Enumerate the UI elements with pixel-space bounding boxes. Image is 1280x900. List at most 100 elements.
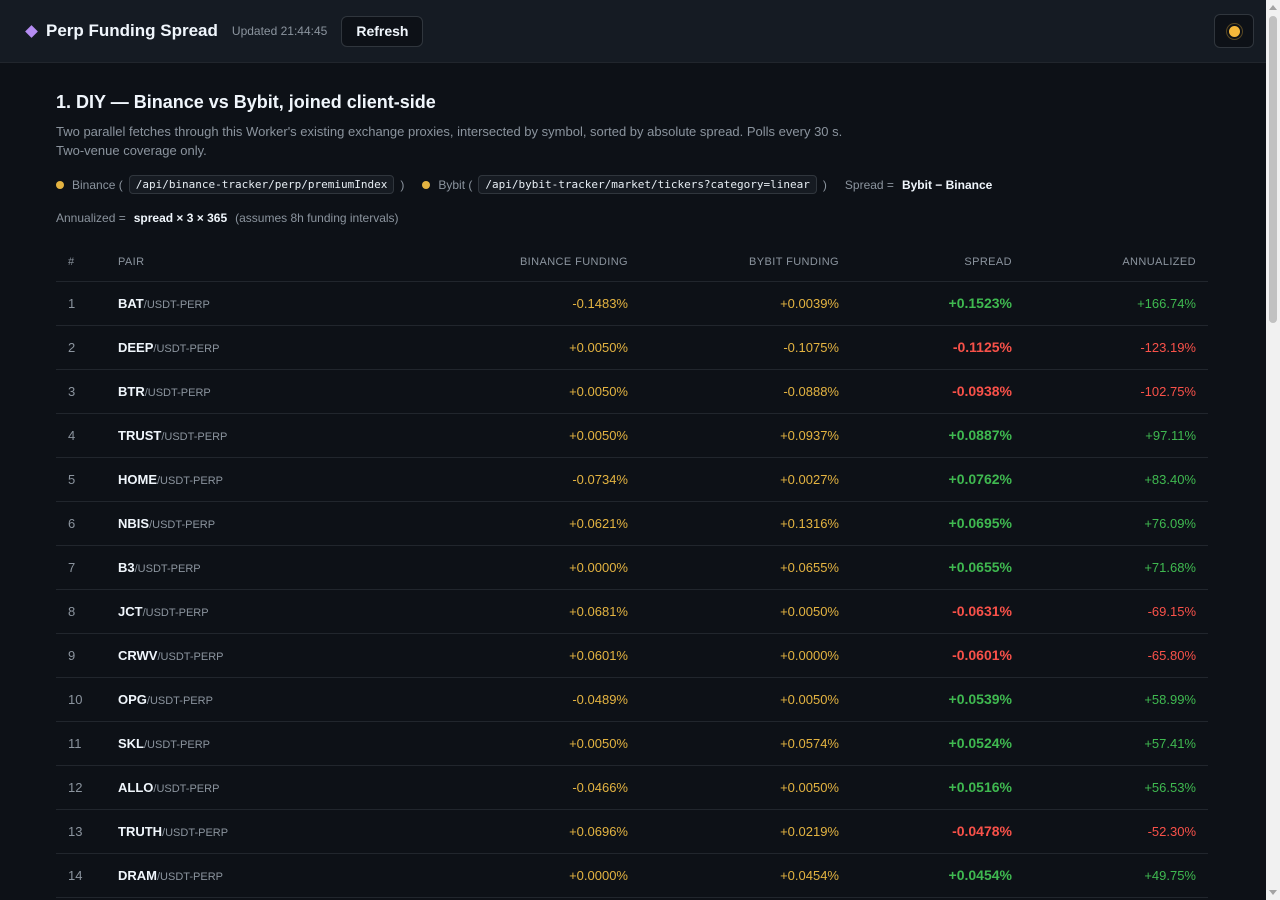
- bybit-funding-value: +0.1316%: [640, 501, 851, 546]
- binance-funding-value: -0.0489%: [418, 677, 640, 722]
- binance-funding-value: +0.0050%: [418, 413, 640, 458]
- binance-funding-value: -0.0734%: [418, 457, 640, 502]
- binance-funding-value: +0.0601%: [418, 633, 640, 678]
- pair-symbol: ALLO: [118, 779, 154, 795]
- scroll-down-arrow-icon[interactable]: [1269, 890, 1277, 895]
- column-header-spread[interactable]: SPREAD: [851, 243, 1024, 282]
- row-index: 4: [56, 413, 118, 458]
- row-pair: B3/USDT-PERP: [118, 545, 418, 590]
- spread-value: -0.0631%: [851, 589, 1024, 634]
- table-row[interactable]: 5 HOME/USDT-PERP -0.0734% +0.0027% +0.0762% +…: [56, 457, 1208, 502]
- pair-symbol: HOME: [118, 471, 157, 487]
- binance-endpoint: /api/binance-tracker/perp/premiumIndex: [128, 175, 395, 194]
- table-row[interactable]: 6 NBIS/USDT-PERP +0.0621% +0.1316% +0.0695% +…: [56, 501, 1208, 546]
- table-row[interactable]: 10 OPG/USDT-PERP -0.0489% +0.0050% +0.0539% +…: [56, 677, 1208, 722]
- vertical-scrollbar[interactable]: [1266, 0, 1280, 900]
- refresh-button[interactable]: Refresh: [341, 15, 424, 47]
- pair-quote: /USDT-PERP: [142, 606, 209, 619]
- bybit-funding-value: -0.0888%: [640, 369, 851, 414]
- table-row[interactable]: 7 B3/USDT-PERP +0.0000% +0.0655% +0.0655% +71…: [56, 545, 1208, 590]
- section-description: Two parallel fetches through this Worker…: [56, 122, 856, 160]
- binance-funding-value: -0.1483%: [418, 281, 640, 326]
- table-row[interactable]: 11 SKL/USDT-PERP +0.0050% +0.0574% +0.0524% +…: [56, 721, 1208, 766]
- binance-funding-value: +0.0050%: [418, 369, 640, 414]
- bybit-funding-value: -0.1075%: [640, 325, 851, 370]
- pair-symbol: B3: [118, 559, 135, 575]
- table-row[interactable]: 1 BAT/USDT-PERP -0.1483% +0.0039% +0.1523% +1…: [56, 281, 1208, 326]
- table-row[interactable]: 2 DEEP/USDT-PERP +0.0050% -0.1075% -0.1125% -…: [56, 325, 1208, 370]
- spread-value: -0.1125%: [851, 325, 1024, 370]
- row-index: 8: [56, 589, 118, 634]
- pair-quote: /USDT-PERP: [157, 870, 224, 883]
- bybit-funding-value: +0.0050%: [640, 677, 851, 722]
- theme-toggle-button[interactable]: [1214, 14, 1254, 48]
- row-index: 3: [56, 369, 118, 414]
- column-header-binance-funding[interactable]: BINANCE FUNDING: [418, 243, 640, 282]
- row-index: 5: [56, 457, 118, 502]
- row-index: 2: [56, 325, 118, 370]
- pair-symbol: BTR: [118, 383, 145, 399]
- annualized-note: (assumes 8h funding intervals): [235, 211, 399, 225]
- table-row[interactable]: 9 CRWV/USDT-PERP +0.0601% +0.0000% -0.0601% -…: [56, 633, 1208, 678]
- scroll-thumb[interactable]: [1269, 16, 1277, 323]
- spread-value: +0.0695%: [851, 501, 1024, 546]
- row-pair: DEEP/USDT-PERP: [118, 325, 418, 370]
- section-title: 1. DIY — Binance vs Bybit, joined client…: [56, 92, 436, 112]
- binance-funding-value: +0.0000%: [418, 853, 640, 898]
- bybit-funding-value: +0.0000%: [640, 633, 851, 678]
- binance-funding-value: +0.0621%: [418, 501, 640, 546]
- pair-symbol: JCT: [118, 603, 143, 619]
- bybit-funding-value: +0.0027%: [640, 457, 851, 502]
- spread-value: +0.0655%: [851, 545, 1024, 590]
- row-index: 6: [56, 501, 118, 546]
- spread-value: +0.0762%: [851, 457, 1024, 502]
- pair-quote: /USDT-PERP: [157, 650, 224, 663]
- bybit-label: Bybit (: [438, 177, 473, 192]
- column-header-pair[interactable]: PAIR: [118, 243, 418, 282]
- pair-symbol: DEEP: [118, 339, 154, 355]
- spread-label: Spread =: [844, 177, 894, 192]
- pair-quote: /USDT-PERP: [144, 738, 211, 751]
- column-header-bybit-funding[interactable]: BYBIT FUNDING: [640, 243, 851, 282]
- annualized-value: -69.15%: [1024, 589, 1208, 634]
- binance-funding-value: +0.0681%: [418, 589, 640, 634]
- row-pair: CRWV/USDT-PERP: [118, 633, 418, 678]
- binance-funding-value: +0.0000%: [418, 545, 640, 590]
- row-index: 7: [56, 545, 118, 590]
- description-line-2: Two-venue coverage only.: [56, 143, 207, 158]
- spread-value: +0.0516%: [851, 765, 1024, 810]
- binance-funding-value: +0.0050%: [418, 721, 640, 766]
- pair-quote: /USDT-PERP: [144, 386, 211, 399]
- table-row[interactable]: 8 JCT/USDT-PERP +0.0681% +0.0050% -0.0631% -6…: [56, 589, 1208, 634]
- pair-quote: /USDT-PERP: [161, 430, 228, 443]
- annualized-value: -65.80%: [1024, 633, 1208, 678]
- description-line-1: Two parallel fetches through this Worker…: [56, 124, 843, 139]
- column-header-index[interactable]: #: [56, 243, 118, 282]
- diamond-logo-icon: [25, 24, 38, 38]
- table-row[interactable]: 3 BTR/USDT-PERP +0.0050% -0.0888% -0.0938% -1…: [56, 369, 1208, 414]
- annualized-value: +71.68%: [1024, 545, 1208, 590]
- sun-icon: [1228, 25, 1240, 37]
- annualized-value: +166.74%: [1024, 281, 1208, 326]
- row-pair: TRUTH/USDT-PERP: [118, 809, 418, 854]
- column-header-annualized[interactable]: ANNUALIZED: [1024, 243, 1208, 282]
- annualized-line: Annualized = spread × 3 × 365 (assumes 8…: [56, 211, 1208, 225]
- binance-dot-icon: [56, 180, 64, 189]
- table-row[interactable]: 12 ALLO/USDT-PERP -0.0466% +0.0050% +0.0516%…: [56, 765, 1208, 810]
- table-row[interactable]: 13 TRUTH/USDT-PERP +0.0696% +0.0219% -0.0478…: [56, 809, 1208, 854]
- spread-value: +0.0454%: [851, 853, 1024, 898]
- table-header-row: # PAIR BINANCE FUNDING BYBIT FUNDING SPR…: [56, 243, 1208, 282]
- row-index: 12: [56, 765, 118, 810]
- pair-symbol: CRWV: [118, 647, 158, 663]
- row-index: 14: [56, 853, 118, 898]
- row-pair: DRAM/USDT-PERP: [118, 853, 418, 898]
- pair-quote: /USDT-PERP: [143, 298, 210, 311]
- table-row[interactable]: 14 DRAM/USDT-PERP +0.0000% +0.0454% +0.0454%…: [56, 853, 1208, 898]
- row-pair: OPG/USDT-PERP: [118, 677, 418, 722]
- scroll-up-arrow-icon[interactable]: [1269, 5, 1277, 10]
- spread-formula: Bybit − Binance: [901, 177, 993, 192]
- pair-symbol: TRUST: [118, 427, 162, 443]
- binance-funding-value: +0.0696%: [418, 809, 640, 854]
- pair-symbol: DRAM: [118, 867, 157, 883]
- table-row[interactable]: 4 TRUST/USDT-PERP +0.0050% +0.0937% +0.0887%…: [56, 413, 1208, 458]
